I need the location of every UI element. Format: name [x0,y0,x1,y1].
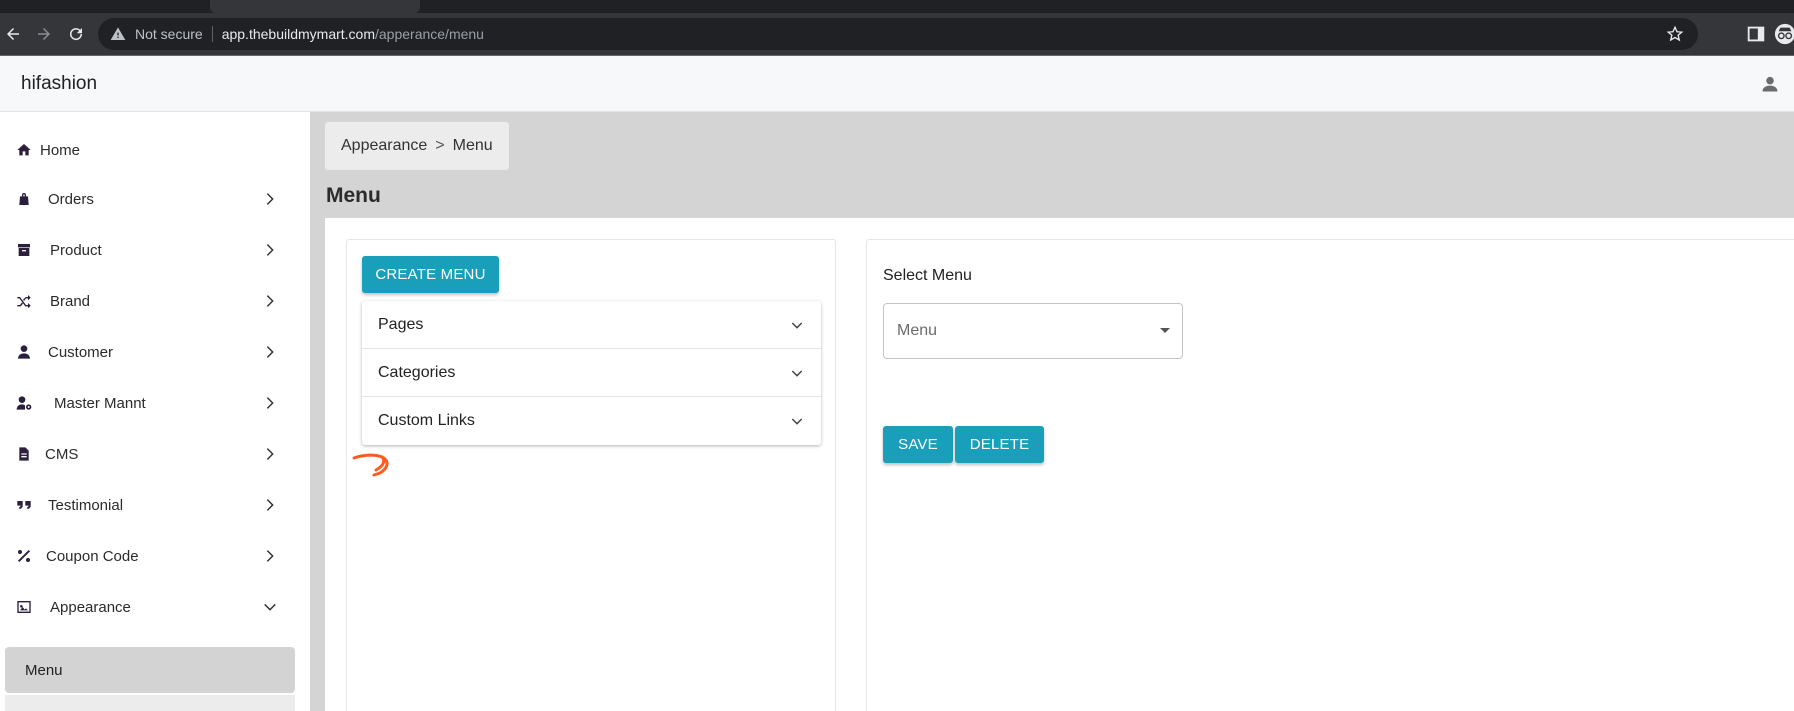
chevron-right-icon [266,295,274,307]
warning-icon[interactable] [110,26,126,42]
main-area: Appearance > Menu Menu CREATE MENU Pages… [310,112,1794,711]
breadcrumb-separator: > [435,137,445,154]
sidebar-item-label: Coupon Code [46,547,139,565]
side-panel-icon[interactable] [1745,23,1767,45]
sidebar-item-coupon-code[interactable]: Coupon Code [0,533,310,579]
caret-down-icon [1160,328,1170,333]
sidebar-item-appearance[interactable]: Appearance [0,584,310,630]
document-icon [15,445,33,463]
accordion-item-pages[interactable]: Pages [362,301,821,349]
sidebar-item-label: Product [50,241,102,259]
breadcrumb: Appearance > Menu [325,122,509,170]
app-header: hifashion [0,56,1794,112]
quote-icon [15,496,33,514]
sidebar-subitem-menu[interactable]: Menu [5,647,295,693]
sidebar-item-label: Home [40,141,81,159]
user-account-icon[interactable] [1760,74,1780,94]
back-icon[interactable] [2,23,24,45]
bookmark-star-icon[interactable] [1666,25,1684,43]
create-menu-button[interactable]: CREATE MENU [362,256,499,293]
sidebar-item-orders[interactable]: Orders [0,176,310,222]
menu-select[interactable]: Menu [883,303,1183,359]
chevron-right-icon [266,448,274,460]
percent-icon [15,547,33,565]
content-area: CREATE MENU Pages Categories Custom Link… [325,218,1794,711]
chevron-down-icon [791,418,803,425]
omnibox-divider [211,26,213,42]
breadcrumb-current: Menu [452,137,493,154]
menu-editor-panel: Select Menu Menu SAVE DELETE [866,239,1794,711]
browser-tab-strip [0,0,1794,13]
menu-source-accordion: Pages Categories Custom Links [362,301,821,445]
chevron-right-icon [266,346,274,358]
sidebar-subitem-partial[interactable] [5,695,295,711]
user-gear-icon [15,394,33,412]
image-icon [15,598,33,616]
annotation-arrow-icon [352,453,389,477]
breadcrumb-parent[interactable]: Appearance [341,137,427,155]
chevron-right-icon [266,499,274,511]
select-menu-label: Select Menu [883,267,972,284]
chevron-down-icon [791,370,803,377]
sidebar-subitem-label: Menu [25,661,63,679]
incognito-icon[interactable] [1774,23,1794,45]
forward-icon[interactable] [33,23,55,45]
chevron-right-icon [266,244,274,256]
sidebar-item-label: Orders [48,190,94,208]
sidebar-item-product[interactable]: Product [0,227,310,273]
home-icon [15,141,33,159]
sidebar-item-label: Appearance [50,598,131,616]
sidebar-item-cms[interactable]: CMS [0,431,310,477]
delete-button[interactable]: DELETE [955,426,1044,463]
menu-items-panel: CREATE MENU Pages Categories Custom Link… [346,239,836,711]
sidebar-item-label: Testimonial [48,496,124,514]
accordion-label: Custom Links [378,412,475,429]
security-status: Not secure [135,26,203,42]
sidebar-item-brand[interactable]: Brand [0,278,310,324]
archive-box-icon [15,241,33,259]
browser-toolbar: Not secure app.thebuildmymart.com/appera… [0,13,1794,55]
sidebar-item-customer[interactable]: Customer [0,329,310,375]
sidebar-item-label: Brand [50,292,91,310]
chevron-down-icon [791,322,803,329]
sidebar-item-label: CMS [45,445,79,463]
sidebar-item-label: Master Mannt [54,394,146,412]
sidebar-item-home[interactable]: Home [0,127,310,173]
browser-tab[interactable] [210,0,420,13]
chevron-right-icon [266,193,274,205]
accordion-label: Categories [378,363,456,381]
page-title: Menu [326,184,381,207]
sidebar-item-testimonial[interactable]: Testimonial [0,482,310,528]
accordion-label: Pages [378,315,424,333]
chevron-right-icon [266,550,274,562]
url-path: /apperance/menu [375,26,484,42]
reload-icon[interactable] [65,23,87,45]
shuffle-icon [15,292,33,310]
shopping-bag-icon [15,190,33,208]
save-button[interactable]: SAVE [883,426,953,463]
person-icon [15,343,33,361]
url-host: app.thebuildmymart.com [221,26,375,42]
brand-name[interactable]: hifashion [21,73,97,95]
accordion-item-categories[interactable]: Categories [362,349,821,397]
address-bar[interactable]: Not secure app.thebuildmymart.com/appera… [98,18,1698,50]
accordion-item-custom-links[interactable]: Custom Links [362,397,821,445]
sidebar-item-label: Customer [48,343,114,361]
chevron-down-icon [264,603,276,611]
sidebar-item-master-mannt[interactable]: Master Mannt [0,380,310,426]
select-placeholder: Menu [897,322,938,339]
chevron-right-icon [266,397,274,409]
sidebar: Home Orders Product Brand Customer Maste… [0,112,310,711]
